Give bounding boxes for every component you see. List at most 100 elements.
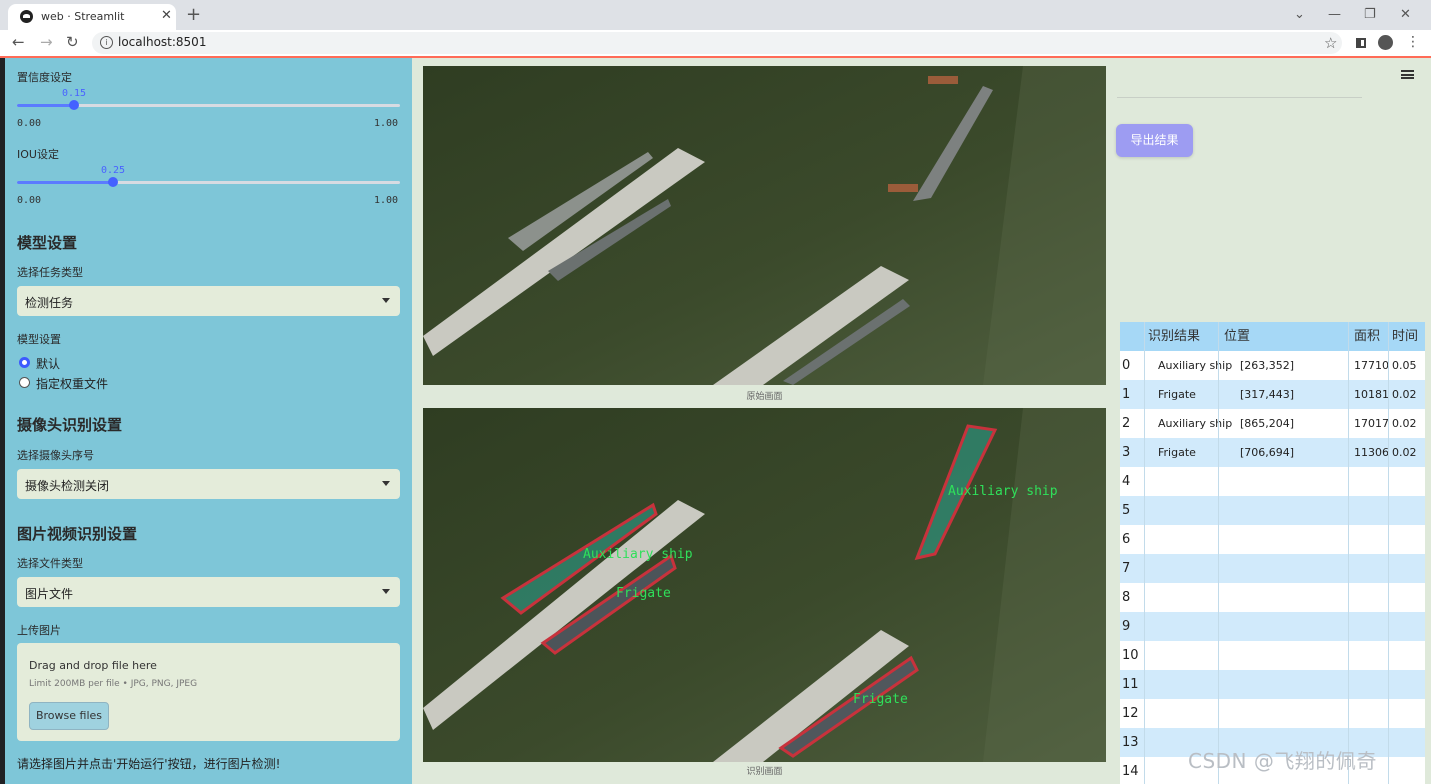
- table-cell-idx: 12: [1122, 706, 1139, 721]
- drag-drop-text: Drag and drop file here: [29, 659, 157, 672]
- tab-title: web · Streamlit: [41, 10, 125, 23]
- camera-index-label: 选择摄像头序号: [17, 449, 94, 462]
- chevron-down-icon: [382, 298, 390, 303]
- file-type-value: 图片文件: [25, 587, 74, 601]
- back-icon[interactable]: ←: [12, 33, 25, 51]
- radio-custom-weights-label[interactable]: 指定权重文件: [36, 375, 108, 392]
- table-column-divider: [1218, 322, 1219, 784]
- table-cell-time: 0.02: [1392, 417, 1417, 430]
- upload-limit-text: Limit 200MB per file • JPG, PNG, JPEG: [29, 679, 198, 689]
- table-row[interactable]: 2 Auxiliary ship [865,204] 17017 0.02: [1120, 409, 1425, 438]
- omnibox[interactable]: i localhost:8501: [92, 32, 1342, 54]
- table-cell-result: Frigate: [1158, 388, 1196, 401]
- detection-label: Auxiliary ship: [948, 484, 1058, 499]
- table-row[interactable]: 6: [1120, 525, 1425, 554]
- table-cell-result: Auxiliary ship: [1158, 359, 1233, 372]
- table-cell-area: 11306: [1354, 446, 1389, 459]
- close-tab-icon[interactable]: ✕: [161, 8, 172, 23]
- table-row[interactable]: 10: [1120, 641, 1425, 670]
- result-caption: 识别画面: [746, 767, 783, 777]
- file-type-select[interactable]: 图片文件: [17, 577, 400, 607]
- table-cell-result: Auxiliary ship: [1158, 417, 1233, 430]
- table-header-cell[interactable]: 识别结果: [1148, 322, 1200, 351]
- table-cell-idx: 8: [1122, 590, 1131, 605]
- hamburger-menu-icon[interactable]: [1401, 70, 1414, 79]
- divider: [1117, 97, 1362, 98]
- table-cell-idx: 2: [1122, 416, 1131, 431]
- table-cell-area: 17017: [1354, 417, 1389, 430]
- profile-avatar-icon[interactable]: [1378, 35, 1393, 50]
- radio-default-label[interactable]: 默认: [36, 355, 60, 372]
- table-cell-idx: 11: [1122, 677, 1139, 692]
- file-uploader-dropzone[interactable]: Drag and drop file here Limit 200MB per …: [17, 643, 400, 741]
- forward-icon[interactable]: →: [40, 33, 53, 51]
- model-label: 模型设置: [17, 333, 61, 346]
- table-cell-time: 0.05: [1392, 359, 1417, 372]
- table-cell-pos: [706,694]: [1240, 446, 1295, 459]
- original-image: [423, 66, 1106, 385]
- table-row[interactable]: 7: [1120, 554, 1425, 583]
- minimize-icon[interactable]: —: [1328, 7, 1341, 22]
- table-column-divider: [1348, 322, 1349, 784]
- file-type-label: 选择文件类型: [17, 557, 83, 570]
- task-type-select[interactable]: 检测任务: [17, 286, 400, 316]
- browse-files-button[interactable]: Browse files: [29, 702, 109, 730]
- table-cell-idx: 0: [1122, 358, 1131, 373]
- iou-label: IOU设定: [17, 148, 59, 161]
- task-type-label: 选择任务类型: [17, 266, 83, 279]
- browser-menu-icon[interactable]: ⋮: [1406, 34, 1420, 50]
- main-area: 原始画面 Auxiliary ship Auxiliary ship Friga…: [412, 58, 1431, 784]
- export-results-button[interactable]: 导出结果: [1116, 124, 1193, 157]
- upload-label: 上传图片: [17, 624, 61, 637]
- table-cell-idx: 5: [1122, 503, 1131, 518]
- camera-index-select[interactable]: 摄像头检测关闭: [17, 469, 400, 499]
- radio-custom-weights[interactable]: [19, 377, 30, 388]
- iou-slider-fill: [17, 181, 113, 184]
- table-cell-pos: [865,204]: [1240, 417, 1295, 430]
- table-cell-idx: 3: [1122, 445, 1131, 460]
- media-settings-header: 图片视频识别设置: [17, 525, 138, 543]
- iou-slider-thumb[interactable]: [108, 177, 118, 187]
- detection-label: Auxiliary ship: [583, 547, 693, 562]
- reload-icon[interactable]: ↻: [66, 33, 79, 51]
- new-tab-icon[interactable]: +: [186, 4, 201, 25]
- table-row[interactable]: 12: [1120, 699, 1425, 728]
- table-cell-idx: 14: [1122, 764, 1139, 779]
- table-cell-time: 0.02: [1392, 388, 1417, 401]
- table-row[interactable]: 0 Auxiliary ship [263,352] 17710 0.05: [1120, 351, 1425, 380]
- site-info-icon[interactable]: i: [100, 36, 113, 49]
- bookmark-star-icon[interactable]: ☆: [1324, 34, 1337, 52]
- url-text[interactable]: localhost:8501: [118, 35, 206, 49]
- table-header-cell[interactable]: 时间: [1392, 322, 1418, 351]
- table-row[interactable]: 3 Frigate [706,694] 11306 0.02: [1120, 438, 1425, 467]
- conf-max: 1.00: [374, 118, 399, 129]
- browser-tab[interactable]: web · Streamlit ✕: [8, 4, 176, 30]
- radio-default[interactable]: [19, 357, 30, 368]
- table-row[interactable]: 4: [1120, 467, 1425, 496]
- table-row[interactable]: 1 Frigate [317,443] 10181 0.02: [1120, 380, 1425, 409]
- tab-search-icon[interactable]: ⌄: [1294, 7, 1305, 22]
- table-cell-idx: 10: [1122, 648, 1139, 663]
- conf-slider[interactable]: [17, 100, 400, 110]
- window-close-icon[interactable]: ✕: [1400, 7, 1411, 22]
- table-cell-idx: 13: [1122, 735, 1139, 750]
- table-cell-idx: 7: [1122, 561, 1131, 576]
- conf-slider-thumb[interactable]: [69, 100, 79, 110]
- restore-icon[interactable]: ❐: [1364, 7, 1376, 22]
- results-table: 识别结果 位置 面积 时间 0 Auxiliary ship [263,352] 17710 0…: [1120, 322, 1425, 784]
- table-cell-area: 17710: [1354, 359, 1389, 372]
- chevron-down-icon: [382, 481, 390, 486]
- model-settings-header: 模型设置: [17, 234, 78, 252]
- table-row[interactable]: 11: [1120, 670, 1425, 699]
- table-header-cell[interactable]: 面积: [1354, 322, 1380, 351]
- table-row[interactable]: 9: [1120, 612, 1425, 641]
- conf-slider-value: 0.15: [62, 88, 87, 99]
- iou-min: 0.00: [17, 195, 42, 206]
- table-row[interactable]: 8: [1120, 583, 1425, 612]
- table-header-cell[interactable]: 位置: [1224, 322, 1250, 351]
- side-panel-icon[interactable]: [1356, 38, 1366, 48]
- iou-max: 1.00: [374, 195, 399, 206]
- iou-slider[interactable]: [17, 177, 400, 187]
- table-row[interactable]: 5: [1120, 496, 1425, 525]
- conf-label: 置信度设定: [17, 71, 72, 84]
